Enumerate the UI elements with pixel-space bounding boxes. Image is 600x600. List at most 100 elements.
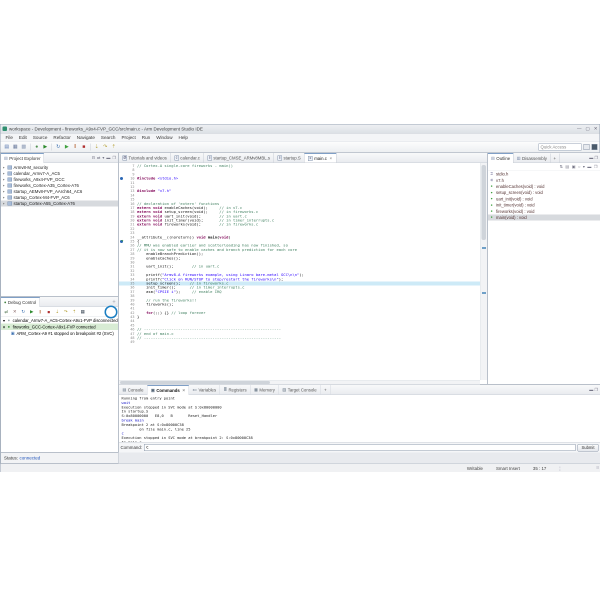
breakpoint-annotation-mark[interactable] bbox=[482, 247, 486, 249]
function-icon: ● bbox=[491, 216, 495, 220]
code-editor[interactable]: 7// Cortex-A single-core fireworks - mai… bbox=[119, 163, 480, 380]
editor-vertical-scrollbar[interactable] bbox=[480, 163, 487, 380]
command-input[interactable] bbox=[144, 444, 575, 451]
menu-window[interactable]: Window bbox=[153, 135, 175, 140]
interrupt-icon[interactable]: ‖ bbox=[71, 143, 80, 151]
step-into-icon[interactable]: ⇣ bbox=[54, 308, 62, 315]
step-out-icon[interactable]: ⇡ bbox=[110, 143, 119, 151]
continue-icon[interactable]: ▶ bbox=[28, 308, 36, 315]
step-over-icon[interactable]: ↷ bbox=[62, 308, 70, 315]
maximize-view-icon[interactable]: ❐ bbox=[112, 156, 116, 161]
editor-tab-tutorials-and-videos[interactable]: @Tutorials and videos bbox=[119, 153, 171, 163]
minimize-icon[interactable]: — bbox=[577, 126, 582, 132]
stop-icon[interactable]: ■ bbox=[80, 143, 89, 151]
editor-tab-main-c[interactable]: cmain.c✕ bbox=[305, 153, 337, 163]
expander-icon[interactable]: ▸ bbox=[3, 166, 6, 170]
interrupt-icon[interactable]: ‖ bbox=[37, 308, 45, 315]
tab-+[interactable]: + bbox=[550, 153, 559, 163]
editor-tab-startup-cmse-armv8mbl-s[interactable]: sstartup_CMSE_ARMv8MBL.s bbox=[204, 153, 274, 163]
code-token: fireworks(void); bbox=[164, 222, 201, 227]
tab--[interactable]: + bbox=[321, 385, 331, 395]
expander-icon[interactable]: ▾ bbox=[3, 324, 5, 329]
step-into-icon[interactable]: ⇣ bbox=[93, 143, 102, 151]
expander-icon[interactable]: ▾ bbox=[3, 318, 5, 323]
tab-disassembly[interactable]: ▥Disassembly bbox=[514, 153, 551, 163]
close-icon[interactable]: ✕ bbox=[594, 126, 598, 132]
expander-icon[interactable]: ▸ bbox=[3, 196, 6, 200]
expander-icon[interactable]: ▸ bbox=[3, 172, 6, 176]
sort-icon[interactable]: ⇅ bbox=[560, 165, 563, 170]
editor-vscroll-thumb[interactable] bbox=[482, 165, 487, 240]
continue-icon[interactable]: ▶ bbox=[63, 143, 72, 151]
new-file-icon[interactable]: ▤ bbox=[3, 143, 12, 151]
debug-session-item[interactable]: ▾●calendar_Armv7-A_AC5-Cortex-A9x1-FVP d… bbox=[1, 317, 118, 324]
restart-icon[interactable]: ↻ bbox=[54, 143, 63, 151]
bottom-tab-icon: x= bbox=[193, 388, 197, 393]
c-cpp-perspective-icon[interactable] bbox=[584, 144, 590, 150]
current-line-annotation-mark[interactable] bbox=[482, 292, 486, 294]
minimize-view-icon[interactable]: ▬ bbox=[106, 156, 110, 161]
tab-console[interactable]: ▤Console bbox=[119, 385, 148, 395]
menu-navigate[interactable]: Navigate bbox=[74, 135, 98, 140]
link-with-editor-icon[interactable]: ⇄ bbox=[97, 156, 100, 161]
tab-commands[interactable]: ▣Commands✕ bbox=[148, 385, 190, 395]
expander-icon[interactable]: ▸ bbox=[3, 202, 6, 206]
view-menu-icon[interactable]: ▾ bbox=[102, 156, 104, 161]
debug-bug-icon[interactable]: ● bbox=[33, 143, 42, 151]
collapse-all-icon[interactable]: ⊟ bbox=[92, 156, 95, 161]
fields-icon[interactable]: ▤ bbox=[565, 165, 569, 170]
expander-icon[interactable]: ▸ bbox=[3, 190, 6, 194]
maximize-icon[interactable]: ▢ bbox=[585, 126, 589, 132]
close-tab-icon[interactable]: ✕ bbox=[182, 388, 185, 392]
save-icon[interactable]: ▦ bbox=[11, 143, 20, 151]
maximize-view-icon[interactable]: ❐ bbox=[594, 165, 598, 170]
project-item[interactable]: ▸startup_Cortex-A55_Cortex-A76 bbox=[1, 201, 118, 207]
tab-memory[interactable]: ▦Memory bbox=[251, 385, 279, 395]
step-over-icon[interactable]: ↷ bbox=[101, 143, 110, 151]
tab-variables[interactable]: x=Variables bbox=[189, 385, 220, 395]
tab-debug-control[interactable]: ● Debug Control bbox=[1, 297, 40, 307]
expander-icon[interactable]: ▸ bbox=[3, 184, 6, 188]
menu-refactor[interactable]: Refactor bbox=[50, 135, 73, 140]
close-tab-icon[interactable]: ✕ bbox=[329, 156, 332, 160]
instruction-step-icon[interactable]: ▦ bbox=[79, 308, 87, 315]
code-line[interactable]: 49 bbox=[119, 340, 480, 344]
menu-file[interactable]: File bbox=[3, 135, 16, 140]
disconnect-icon[interactable]: ✕ bbox=[11, 308, 19, 315]
tab-outline[interactable]: ▤Outline bbox=[488, 153, 514, 163]
reset-icon[interactable]: ↻ bbox=[20, 308, 28, 315]
code-token: void bbox=[219, 235, 228, 240]
view-menu-icon[interactable]: ▾ bbox=[583, 165, 585, 170]
menu-source[interactable]: Source bbox=[30, 135, 51, 140]
menu-edit[interactable]: Edit bbox=[16, 135, 30, 140]
quick-access-input[interactable]: Quick Access bbox=[539, 143, 582, 150]
outline-item[interactable]: ●main(void) : void bbox=[488, 214, 600, 220]
breakpoint-icon[interactable] bbox=[120, 177, 123, 180]
connect-icon[interactable]: ⇌ bbox=[3, 308, 11, 315]
step-out-icon[interactable]: ⇡ bbox=[71, 308, 79, 315]
tab-registers[interactable]: ≣Registers bbox=[220, 385, 251, 395]
static-members-icon[interactable]: ▣ bbox=[572, 165, 576, 170]
menu-help[interactable]: Help bbox=[176, 135, 191, 140]
debug-perspective-icon[interactable] bbox=[592, 144, 598, 150]
run-icon[interactable]: ▶ bbox=[41, 143, 50, 151]
menu-run[interactable]: Run bbox=[139, 135, 153, 140]
save-all-icon[interactable]: ▩ bbox=[20, 143, 29, 151]
menu-project[interactable]: Project bbox=[118, 135, 138, 140]
code-token: main( bbox=[206, 235, 220, 240]
tab-target-console[interactable]: ▥Target Console bbox=[279, 385, 321, 395]
callout-circle-annotation bbox=[105, 306, 118, 319]
editor-tab-startup-s[interactable]: sstartup.S bbox=[274, 153, 305, 163]
menu-search[interactable]: Search bbox=[98, 135, 119, 140]
hide-non-public-icon[interactable]: ○ bbox=[578, 165, 580, 170]
editor-tab-calendar-c[interactable]: ccalendar.c bbox=[171, 153, 204, 163]
minimize-view-icon[interactable]: ▬ bbox=[587, 165, 591, 170]
submit-button[interactable]: Submit bbox=[578, 444, 599, 452]
stop-icon[interactable]: ■ bbox=[45, 308, 53, 315]
expander-icon[interactable]: ▸ bbox=[3, 178, 6, 182]
commands-console-output[interactable]: Running from entry pointwaitExecution st… bbox=[119, 395, 600, 443]
line-marker-gutter[interactable] bbox=[119, 340, 125, 344]
debug-control-tree: ▾●calendar_Armv7-A_AC5-Cortex-A9x1-FVP d… bbox=[1, 317, 118, 337]
tab-project-explorer[interactable]: ▤ Project Explorer bbox=[1, 153, 44, 163]
debug-session-item[interactable]: ▣ARM_Cortex-A9 #1 stopped on breakpoint … bbox=[1, 330, 118, 337]
